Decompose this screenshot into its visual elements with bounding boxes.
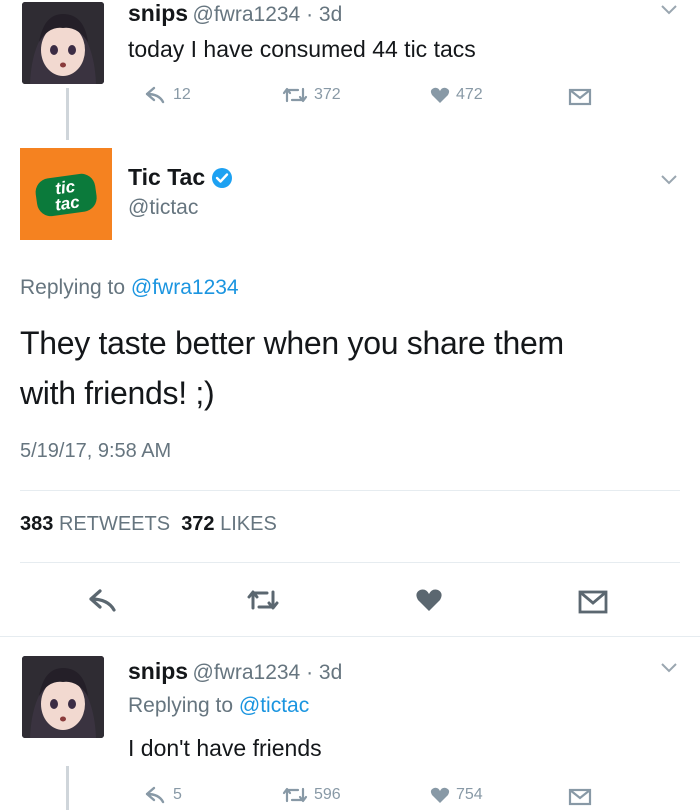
envelope-icon[interactable] (568, 788, 592, 806)
tweet-header: Tic Tac (128, 164, 233, 191)
display-name[interactable]: Tic Tac (128, 164, 205, 191)
display-name[interactable]: snips (128, 658, 188, 684)
likes-label: LIKES (220, 513, 277, 535)
tweet-3[interactable]: snips @fwra1234 · 3d Replying to @tictac… (0, 640, 700, 810)
retweet-count: 372 (314, 86, 341, 103)
retweet-action[interactable]: 372 (282, 86, 341, 104)
heart-icon[interactable] (415, 588, 443, 612)
tweet-text: They taste better when you share them wi… (20, 318, 564, 418)
like-action[interactable]: 472 (430, 86, 483, 104)
tweet-header: snips @fwra1234 · 3d (128, 0, 342, 27)
reply-icon[interactable] (88, 588, 118, 612)
handle-time[interactable]: @fwra1234 · 3d (193, 661, 343, 684)
retweets-stat[interactable]: 383 RETWEETS (20, 513, 170, 535)
envelope-icon[interactable] (568, 88, 592, 106)
timestamp[interactable]: 5/19/17, 9:58 AM (20, 440, 171, 463)
retweet-count: 596 (314, 786, 341, 803)
display-name[interactable]: snips (128, 0, 188, 26)
reply-action[interactable]: 5 (145, 786, 182, 804)
tweet-text-line-2: with friends! ;) (20, 375, 215, 411)
logo-text-tac: tac (54, 192, 82, 214)
tweet-1[interactable]: snips @fwra1234 · 3d today I have consum… (0, 0, 700, 140)
likes-number: 372 (181, 513, 215, 535)
like-count: 472 (456, 86, 483, 103)
reply-action[interactable]: 12 (145, 86, 191, 104)
divider (20, 562, 680, 563)
handle[interactable]: @tictac (128, 196, 198, 220)
heart-icon (430, 86, 450, 104)
replying-to: Replying to @tictac (128, 694, 309, 718)
replying-prefix: Replying to (128, 694, 239, 717)
tweet-2[interactable]: tic tac Tic Tac @tictac Replying to @fwr… (0, 140, 700, 640)
replying-to-link[interactable]: @fwra1234 (131, 276, 239, 299)
reply-count: 12 (173, 86, 191, 103)
retweets-number: 383 (20, 513, 54, 535)
chevron-down-icon[interactable] (660, 174, 678, 186)
thread-line (66, 766, 69, 810)
retweet-icon[interactable] (246, 588, 280, 612)
tweet-header: snips @fwra1234 · 3d (128, 658, 342, 685)
chevron-down-icon[interactable] (660, 4, 678, 16)
handle-time[interactable]: @fwra1234 · 3d (193, 3, 343, 26)
tweet-text-line-1: They taste better when you share them (20, 325, 564, 361)
retweet-icon (282, 86, 308, 104)
retweet-icon (282, 786, 308, 804)
chevron-down-icon[interactable] (660, 662, 678, 674)
tweet-text: I don't have friends (128, 735, 322, 761)
thread-line (66, 88, 69, 140)
retweet-action[interactable]: 596 (282, 786, 341, 804)
avatar[interactable] (22, 656, 104, 738)
replying-prefix: Replying to (20, 276, 131, 299)
avatar[interactable] (22, 2, 104, 84)
reply-icon (145, 786, 167, 804)
retweets-label: RETWEETS (58, 513, 171, 535)
like-count: 754 (456, 786, 483, 803)
divider (0, 636, 700, 637)
tictac-logo[interactable]: tic tac (20, 148, 112, 240)
tweet-text: today I have consumed 44 tic tacs (128, 36, 476, 62)
engagement-stats: 383 RETWEETS 372 LIKES (20, 513, 277, 536)
replying-to-link[interactable]: @tictac (239, 694, 309, 717)
verified-badge-icon (211, 167, 233, 189)
reply-count: 5 (173, 786, 182, 803)
likes-stat[interactable]: 372 LIKES (181, 513, 277, 535)
replying-to: Replying to @fwra1234 (20, 276, 239, 300)
heart-icon (430, 786, 450, 804)
envelope-icon[interactable] (578, 590, 608, 614)
divider (20, 490, 680, 491)
like-action[interactable]: 754 (430, 786, 483, 804)
reply-icon (145, 86, 167, 104)
